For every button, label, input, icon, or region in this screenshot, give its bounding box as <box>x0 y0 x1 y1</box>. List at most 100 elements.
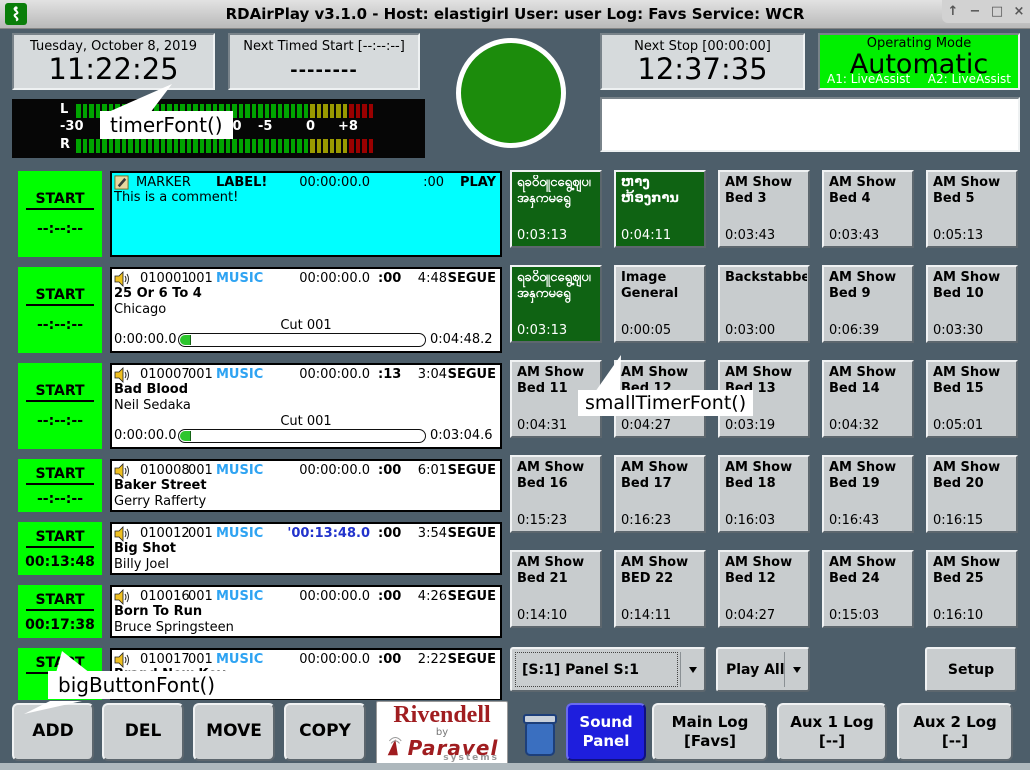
next-timed-start-panel: Next Timed Start [--:--:--] -------- <box>228 33 420 90</box>
panel-button[interactable]: AM Show Bed 40:03:43 <box>822 170 914 248</box>
panel-button[interactable]: AM Show Bed 170:16:23 <box>614 455 706 533</box>
panel-button-label: AM Show Bed 21 <box>517 555 599 601</box>
entry-time: '00:13:48.0 <box>287 526 370 541</box>
start-button-label: START <box>26 383 93 402</box>
meter-segment <box>102 139 107 153</box>
move-button[interactable]: MOVE <box>193 703 275 761</box>
entry-talk-time: :00 <box>378 271 401 286</box>
entry-transition: SEGUE <box>448 652 496 667</box>
log-entry[interactable]: 010016001MUSIC00:00:00.0:004:26SEGUEBorn… <box>110 585 502 638</box>
panel-button[interactable]: AM Show Bed 150:05:01 <box>926 360 1018 438</box>
panel-button[interactable]: ຫາງຫ້ອງການ0:04:11 <box>614 170 706 248</box>
panel-button-label: AM Show Bed 24 <box>829 555 911 601</box>
log-entry[interactable]: MARKERLABEL!00:00:00.0:00PLAYThis is a c… <box>110 171 502 257</box>
start-button[interactable]: START --:--:-- <box>18 363 102 449</box>
panel-button-timer: 0:16:15 <box>933 513 983 528</box>
panel-button[interactable]: AM Show Bed 240:15:03 <box>822 550 914 628</box>
start-button[interactable]: START00:13:48 <box>18 522 102 575</box>
aux1-log-button[interactable]: Aux 1 Log [--] <box>777 703 887 761</box>
panel-button[interactable]: ရခ၀ိ၀ူငရွေ့ဈပ၊ အနှကမရွေ0:03:13 <box>510 170 602 248</box>
meter-segment <box>128 139 133 153</box>
maximize-button[interactable]: □ <box>988 4 1006 19</box>
panel-button[interactable]: AM Show BED 220:14:11 <box>614 550 706 628</box>
log-entry[interactable]: 010012001MUSIC'00:13:48.0:003:54SEGUEBig… <box>110 522 502 575</box>
sound-panel-label: Sound Panel <box>579 713 632 751</box>
meter-segment <box>226 139 231 153</box>
panel-button-label: AM Show Bed 14 <box>829 365 911 411</box>
entry-length: 4:26 <box>418 589 447 604</box>
brand-division: systems <box>443 753 499 763</box>
copy-button[interactable]: COPY <box>284 703 366 761</box>
panel-button-timer: 0:16:10 <box>933 608 983 623</box>
panel-button-label: AM Show Bed 3 <box>725 175 807 221</box>
main-log-button[interactable]: Main Log [Favs] <box>652 703 768 761</box>
panel-button[interactable]: AM Show Bed 210:14:10 <box>510 550 602 628</box>
panel-button[interactable]: AM Show Bed 100:03:30 <box>926 265 1018 343</box>
start-button[interactable]: START--:--:-- <box>18 171 102 257</box>
meter-segment <box>265 139 270 153</box>
panel-button[interactable]: Image General0:00:05 <box>614 265 706 343</box>
delete-label: DEL <box>125 721 162 742</box>
panel-button[interactable]: AM Show Bed 160:15:23 <box>510 455 602 533</box>
cart-number: 010012 <box>140 526 190 541</box>
meter-segment <box>343 104 348 118</box>
meter-segment <box>76 139 81 153</box>
shade-button[interactable]: ↑ <box>944 4 962 19</box>
play-mode-dropdown[interactable]: Play All <box>716 647 810 692</box>
meter-segment <box>336 104 341 118</box>
start-button-time: --:--:-- <box>18 413 102 429</box>
close-button[interactable]: × <box>1010 4 1028 19</box>
meter-segment <box>187 139 192 153</box>
panel-button[interactable]: Backstabber0:03:00 <box>718 265 810 343</box>
start-button-label: START <box>26 592 93 611</box>
meter-segment <box>317 139 322 153</box>
delete-button[interactable]: DEL <box>102 703 184 761</box>
meter-segment <box>297 139 302 153</box>
panel-button[interactable]: AM Show Bed 140:04:32 <box>822 360 914 438</box>
trash-icon[interactable] <box>522 711 558 758</box>
log-entry[interactable]: 010007001MUSIC00:00:00.0:133:04SEGUEBad … <box>110 363 502 449</box>
add-label: ADD <box>32 721 73 742</box>
setup-button[interactable]: Setup <box>925 647 1017 692</box>
panel-button-label: AM Show Bed 16 <box>517 460 599 506</box>
start-button[interactable]: START00:17:38 <box>18 585 102 638</box>
panel-button[interactable]: ရခ၀ိ၀ူငရွေ့ဈပ၊ အနှကမရွေ0:03:13 <box>510 265 602 343</box>
chevron-down-icon[interactable] <box>680 652 704 687</box>
meter-segment <box>304 104 309 118</box>
panel-button-timer: 0:04:31 <box>517 418 567 433</box>
elapsed-time: 0:00:00.0 <box>114 428 177 443</box>
wall-clock <box>456 38 566 148</box>
panel-button[interactable]: AM Show Bed 30:03:43 <box>718 170 810 248</box>
minimize-button[interactable]: − <box>966 4 984 19</box>
panel-button-timer: 0:16:03 <box>725 513 775 528</box>
add-button[interactable]: ADD <box>12 703 94 761</box>
meter-segment <box>297 104 302 118</box>
progress-bar <box>178 429 426 443</box>
titlebar[interactable]: RDAirPlay v3.1.0 - Host: elastigirl User… <box>0 0 1030 29</box>
start-button[interactable]: START--:--:-- <box>18 267 102 353</box>
sound-panel-button[interactable]: Sound Panel <box>566 703 646 761</box>
copy-label: COPY <box>299 721 351 742</box>
panel-button[interactable]: AM Show Bed 180:16:03 <box>718 455 810 533</box>
panel-button[interactable]: AM Show Bed 190:16:43 <box>822 455 914 533</box>
start-button[interactable]: START--:--:-- <box>18 459 102 512</box>
track-artist: Billy Joel <box>114 557 169 572</box>
aux2-log-button[interactable]: Aux 2 Log [--] <box>897 703 1013 761</box>
panel-button[interactable]: AM Show Bed 200:16:15 <box>926 455 1018 533</box>
meter-segment <box>245 104 250 118</box>
meter-segment <box>323 104 328 118</box>
meter-segment <box>219 139 224 153</box>
panel-button[interactable]: AM Show Bed 120:04:27 <box>718 550 810 628</box>
chevron-down-icon[interactable] <box>784 652 808 687</box>
panel-selector-dropdown[interactable]: [S:1] Panel S:1 <box>510 647 706 692</box>
log-entry[interactable]: 010001001MUSIC00:00:00.0:004:48SEGUE25 O… <box>110 267 502 353</box>
log-entry[interactable]: 010008001MUSIC00:00:00.0:006:01SEGUEBake… <box>110 459 502 512</box>
panel-button-timer: 0:03:13 <box>517 323 567 338</box>
start-button-time: 00:13:48 <box>18 554 102 570</box>
meter-segment <box>76 104 81 118</box>
panel-button-label: AM Show Bed 19 <box>829 460 911 506</box>
panel-button[interactable]: AM Show Bed 90:06:39 <box>822 265 914 343</box>
panel-button[interactable]: AM Show Bed 250:16:10 <box>926 550 1018 628</box>
operating-mode-panel[interactable]: Operating Mode Automatic A1: LiveAssist … <box>818 33 1020 90</box>
panel-button[interactable]: AM Show Bed 50:05:13 <box>926 170 1018 248</box>
